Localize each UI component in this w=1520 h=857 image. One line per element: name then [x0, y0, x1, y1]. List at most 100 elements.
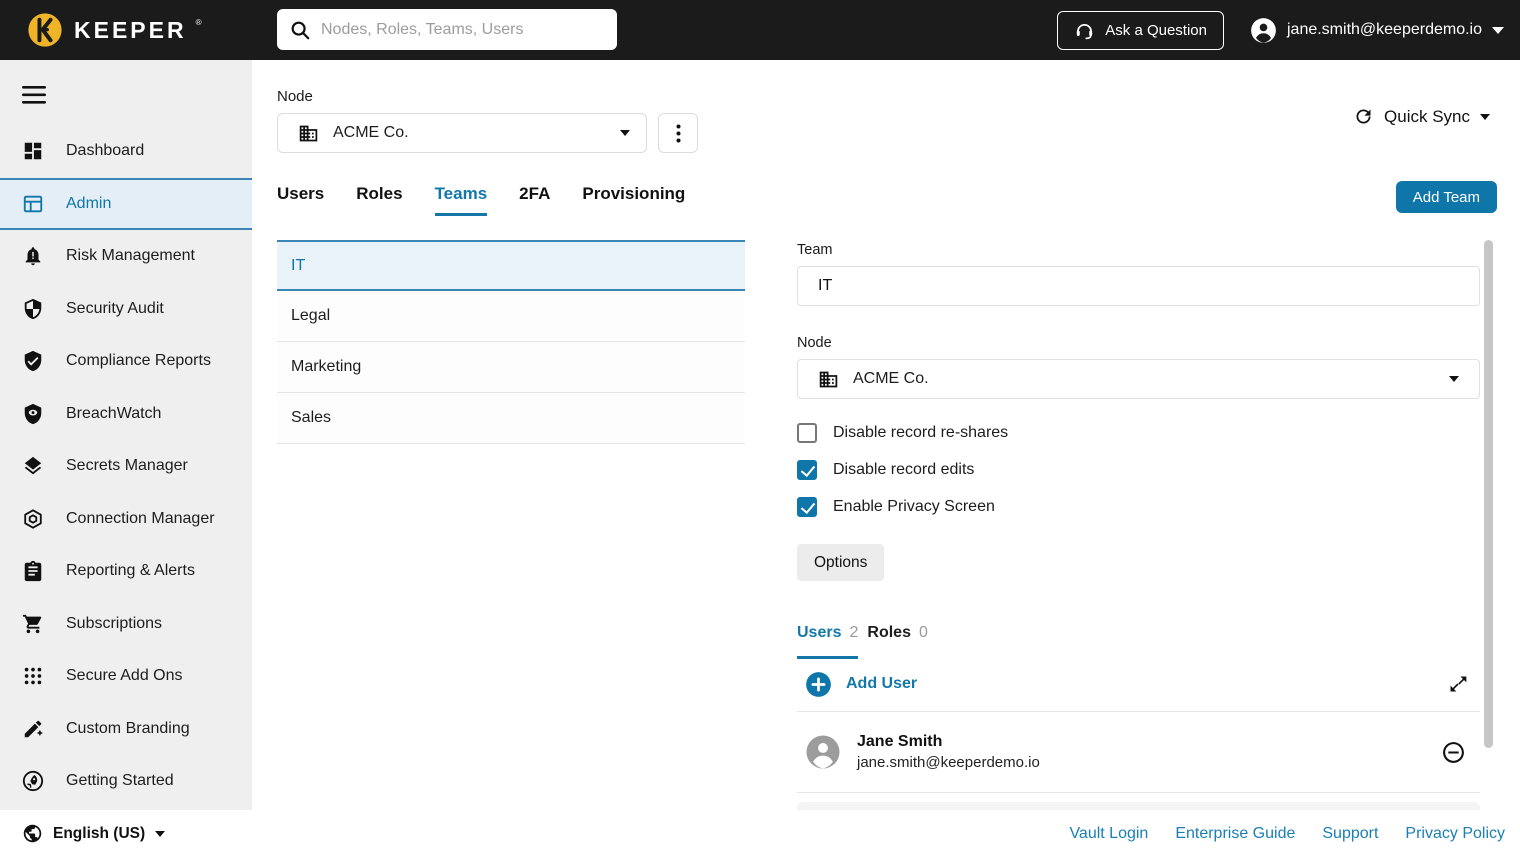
- ask-question-button[interactable]: Ask a Question: [1057, 11, 1224, 50]
- team-row-it[interactable]: IT: [277, 240, 745, 291]
- footer-links: Vault Login Enterprise Guide Support Pri…: [1069, 810, 1505, 857]
- expand-icon[interactable]: [1448, 674, 1468, 694]
- subtab-users-label: Users: [797, 624, 841, 642]
- chevron-down-icon: [620, 130, 630, 136]
- team-row-marketing[interactable]: Marketing: [277, 342, 745, 393]
- sidebar-item-connection-manager[interactable]: Connection Manager: [0, 493, 252, 546]
- top-bar: KEEPER ® Ask a Question: [0, 0, 1520, 60]
- sidebar-item-secrets-manager[interactable]: Secrets Manager: [0, 440, 252, 493]
- team-row-sales[interactable]: Sales: [277, 393, 745, 444]
- tab-2fa[interactable]: 2FA: [519, 184, 550, 216]
- admin-tabs: Users Roles Teams 2FA Provisioning: [277, 184, 685, 216]
- chevron-down-icon: [1449, 376, 1459, 382]
- checkbox-label: Enable Privacy Screen: [833, 498, 995, 516]
- sidebar-item-custom-branding[interactable]: Custom Branding: [0, 703, 252, 756]
- node-label: Node: [277, 88, 313, 105]
- sidebar-item-label: Dashboard: [66, 142, 144, 160]
- sidebar-item-breachwatch[interactable]: BreachWatch: [0, 388, 252, 441]
- team-row-legal[interactable]: Legal: [277, 291, 745, 342]
- enterprise-guide-link[interactable]: Enterprise Guide: [1175, 825, 1295, 843]
- tab-users[interactable]: Users: [277, 184, 324, 216]
- brand-wordmark: KEEPER: [74, 17, 187, 44]
- menu-toggle-button[interactable]: [0, 60, 60, 104]
- headset-icon: [1074, 20, 1095, 41]
- add-user-row: Add User: [797, 657, 1480, 712]
- sidebar-item-risk-management[interactable]: Risk Management: [0, 230, 252, 283]
- keeper-logo[interactable]: KEEPER ®: [26, 0, 203, 60]
- member-name: Jane Smith: [857, 733, 1040, 751]
- options-button[interactable]: Options: [797, 544, 884, 581]
- sidebar-item-reporting-alerts[interactable]: Reporting & Alerts: [0, 545, 252, 598]
- member-email: jane.smith@keeperdemo.io: [857, 754, 1040, 771]
- support-link[interactable]: Support: [1322, 825, 1378, 843]
- team-list: IT Legal Marketing Sales: [277, 240, 745, 444]
- user-avatar-icon: [1250, 17, 1277, 44]
- language-selector[interactable]: English (US): [22, 810, 165, 857]
- keeper-logo-icon: [26, 11, 64, 49]
- search-input[interactable]: [321, 21, 605, 39]
- quick-sync-label: Quick Sync: [1384, 107, 1470, 127]
- checkbox-label: Disable record edits: [833, 461, 974, 479]
- checkbox-disable-reshares[interactable]: Disable record re-shares: [797, 423, 1008, 443]
- admin-icon: [22, 193, 44, 215]
- brush-icon: [22, 718, 44, 740]
- ask-question-label: Ask a Question: [1105, 22, 1207, 39]
- node-field-label: Node: [797, 335, 832, 351]
- apps-grid-icon: [22, 665, 44, 687]
- team-node-value: ACME Co.: [853, 370, 1435, 388]
- sidebar-item-subscriptions[interactable]: Subscriptions: [0, 598, 252, 651]
- sidebar-item-label: Custom Branding: [66, 720, 190, 738]
- sidebar-item-compliance-reports[interactable]: Compliance Reports: [0, 335, 252, 388]
- member-avatar-icon: [805, 734, 841, 770]
- checkbox-checked-icon: [797, 460, 817, 480]
- account-menu[interactable]: jane.smith@keeperdemo.io: [1250, 17, 1504, 44]
- team-node-selector[interactable]: ACME Co.: [797, 359, 1480, 399]
- tab-roles[interactable]: Roles: [356, 184, 402, 216]
- vault-login-link[interactable]: Vault Login: [1069, 825, 1148, 843]
- rocket-icon: [22, 770, 44, 792]
- sidebar-item-label: Secure Add Ons: [66, 667, 183, 685]
- sidebar-item-security-audit[interactable]: Security Audit: [0, 283, 252, 336]
- alert-bell-icon: [22, 245, 44, 267]
- footer: English (US) Vault Login Enterprise Guid…: [0, 810, 1520, 857]
- sidebar-item-secure-add-ons[interactable]: Secure Add Ons: [0, 650, 252, 703]
- main-content: Node ACME Co. Quick Sync Users Roles Tea…: [252, 60, 1520, 810]
- checkbox-unchecked-icon: [797, 423, 817, 443]
- tab-provisioning[interactable]: Provisioning: [582, 184, 685, 216]
- sidebar-item-label: Risk Management: [66, 247, 195, 265]
- privacy-policy-link[interactable]: Privacy Policy: [1405, 825, 1505, 843]
- chevron-down-icon: [1480, 114, 1490, 120]
- sidebar-item-admin[interactable]: Admin: [0, 178, 252, 231]
- hexagon-icon: [22, 508, 44, 530]
- add-team-button[interactable]: Add Team: [1396, 181, 1497, 213]
- subtab-roles[interactable]: Roles 0: [867, 624, 927, 656]
- sidebar: Dashboard Admin Risk Management Security…: [0, 60, 252, 810]
- building-icon: [818, 369, 839, 390]
- quick-sync-button[interactable]: Quick Sync: [1353, 106, 1490, 127]
- node-selector-value: ACME Co.: [333, 124, 606, 142]
- node-selector[interactable]: ACME Co.: [277, 113, 647, 153]
- tab-teams[interactable]: Teams: [435, 184, 488, 216]
- remove-member-button[interactable]: [1441, 740, 1466, 765]
- global-search[interactable]: [277, 9, 617, 50]
- vertical-scrollbar[interactable]: [1484, 240, 1493, 748]
- dashboard-icon: [22, 140, 44, 162]
- language-label: English (US): [53, 825, 145, 843]
- sidebar-item-getting-started[interactable]: Getting Started: [0, 755, 252, 808]
- team-name-input[interactable]: [797, 266, 1480, 306]
- subtab-users[interactable]: Users 2: [797, 624, 858, 659]
- checkbox-disable-edits[interactable]: Disable record edits: [797, 460, 974, 480]
- shield-eye-icon: [22, 403, 44, 425]
- refresh-icon: [1353, 106, 1374, 127]
- membership-subtabs: Users 2 Roles 0: [797, 624, 928, 659]
- sidebar-item-label: Compliance Reports: [66, 352, 211, 370]
- search-icon: [289, 19, 311, 41]
- checkbox-privacy-screen[interactable]: Enable Privacy Screen: [797, 497, 995, 517]
- add-user-button[interactable]: Add User: [797, 671, 917, 698]
- subtab-roles-count: 0: [919, 624, 928, 642]
- registered-mark: ®: [196, 18, 202, 27]
- sidebar-item-label: Admin: [66, 195, 111, 213]
- chevron-down-icon: [1492, 27, 1504, 34]
- node-more-actions-button[interactable]: [658, 113, 698, 153]
- sidebar-item-dashboard[interactable]: Dashboard: [0, 125, 252, 178]
